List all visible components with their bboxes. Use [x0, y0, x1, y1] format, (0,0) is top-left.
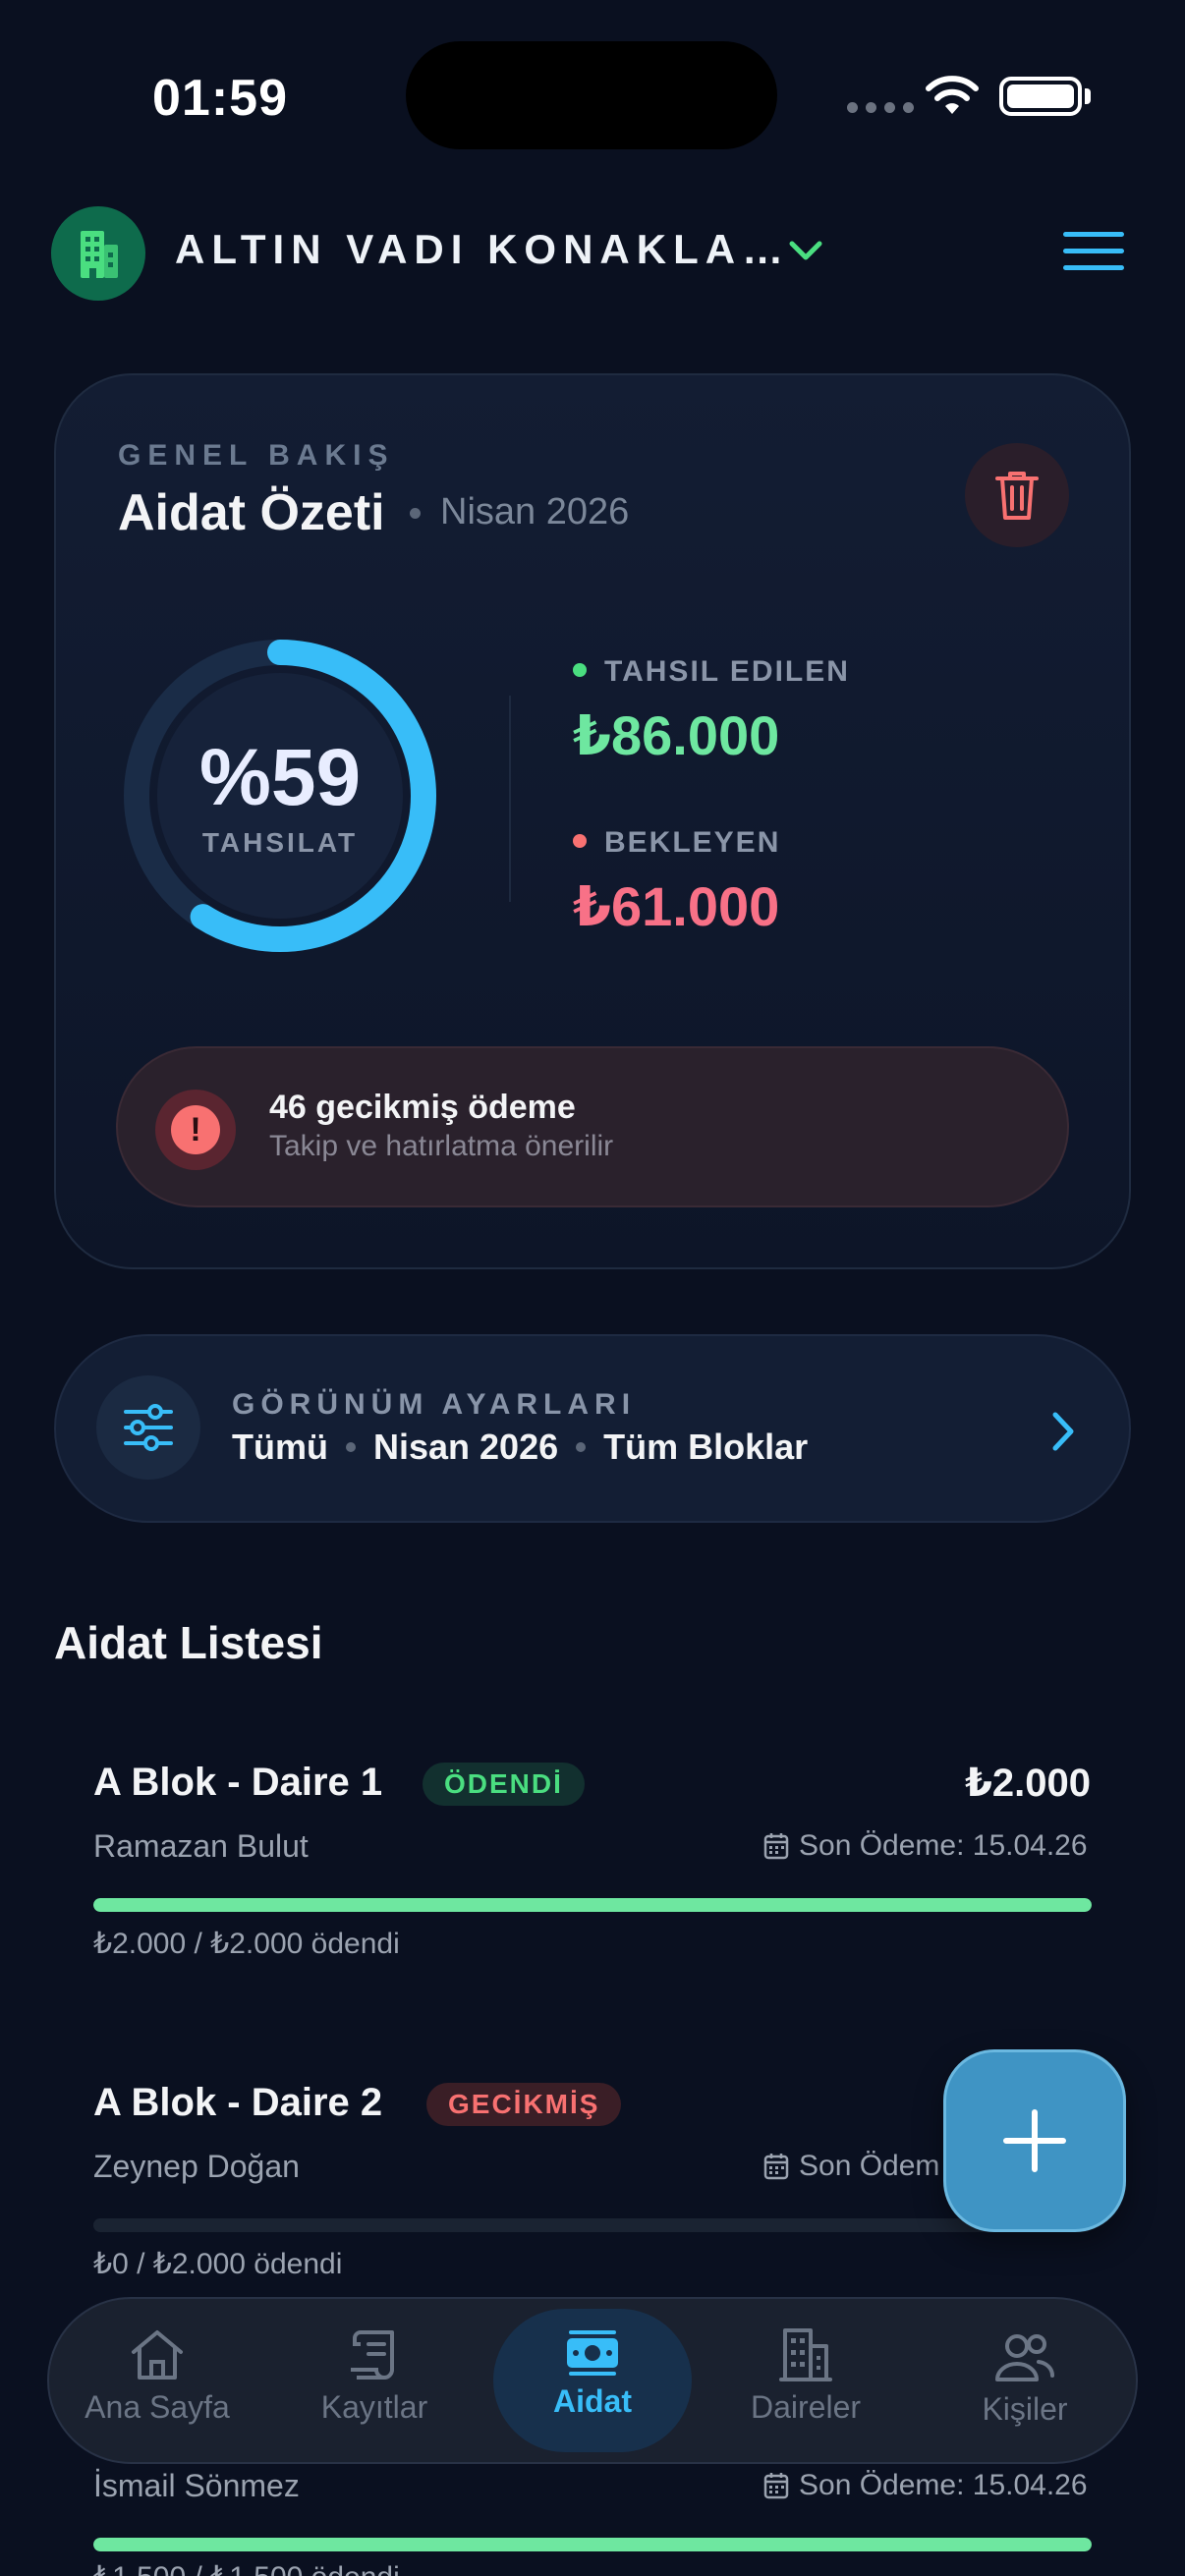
overdue-alert[interactable]: [116, 1046, 1069, 1207]
summary-overline: GENEL BAKIŞ: [118, 439, 395, 472]
resident-name: Ramazan Bulut: [93, 1828, 309, 1864]
tab-label: Ana Sayfa: [85, 2389, 230, 2425]
wifi-icon: [926, 76, 979, 114]
row-amount: ₺2.000: [965, 1762, 1091, 1805]
payment-progress-fill: [93, 1898, 1092, 1912]
unit-name[interactable]: A Blok - Daire 2: [93, 2081, 382, 2125]
due-date-text: Son Ödeme: 15.04.26: [799, 1829, 1088, 1862]
tab-home[interactable]: Ana Sayfa: [59, 2326, 255, 2426]
tab-people[interactable]: Kişiler: [927, 2330, 1123, 2428]
people-icon: [995, 2334, 1055, 2381]
home-icon: [132, 2330, 183, 2380]
due-date: Son Ödem: [763, 2150, 939, 2183]
payment-progress-track: [93, 2538, 1092, 2551]
payment-progress-text: ₺2.000 / ₺2.000 ödendi: [93, 1928, 400, 1960]
pending-label: BEKLEYEN: [604, 826, 781, 859]
separator-dot: [576, 1442, 587, 1452]
receipt-icon: [351, 2330, 394, 2380]
alert-title: 46 gecikmiş ödeme: [269, 1089, 576, 1126]
pending-dot: [573, 834, 587, 848]
tab-label: Daireler: [750, 2389, 862, 2425]
building-icon: [779, 2328, 832, 2381]
title-separator-dot: [410, 508, 421, 519]
calendar-icon: [763, 2154, 789, 2180]
status-time: 01:59: [152, 70, 288, 127]
pending-value: ₺61.000: [573, 875, 780, 937]
cellular-signal-icon: [847, 102, 914, 113]
tab-label: Kayıtlar: [320, 2389, 428, 2425]
chevron-down-icon[interactable]: [786, 234, 825, 269]
delete-button[interactable]: [965, 443, 1069, 547]
battery-cap: [1085, 88, 1091, 104]
money-icon: [567, 2330, 618, 2376]
tab-label: Kişiler: [982, 2391, 1068, 2427]
due-date-text: Son Ödeme: 15.04.26: [799, 2469, 1088, 2501]
chevron-right-icon[interactable]: [1045, 1407, 1081, 1456]
tab-units[interactable]: Daireler: [707, 2324, 904, 2426]
menu-icon[interactable]: [1063, 232, 1124, 271]
unit-name[interactable]: A Blok - Daire 1: [93, 1761, 382, 1805]
payment-progress-fill: [93, 2538, 1092, 2551]
building-logo-icon[interactable]: [51, 206, 145, 301]
add-button[interactable]: [943, 2049, 1126, 2232]
status-badge: GECİKMİŞ: [426, 2083, 622, 2126]
dynamic-island: [406, 41, 777, 149]
resident-name: İsmail Sönmez: [93, 2468, 300, 2503]
view-settings-overline: GÖRÜNÜM AYARLARI: [232, 1388, 637, 1421]
site-selector-name[interactable]: ALTIN VADI KONAKLA…: [175, 226, 790, 273]
status-badge: ÖDENDİ: [423, 1763, 585, 1806]
payment-progress-track: [93, 2218, 1092, 2232]
due-date: Son Ödeme: 15.04.26: [763, 1829, 1088, 1863]
warning-icon-glyph: !: [171, 1105, 220, 1154]
due-date: Son Ödeme: 15.04.26: [763, 2469, 1088, 2502]
collected-value: ₺86.000: [573, 704, 780, 766]
summary-period: Nisan 2026: [440, 491, 630, 532]
calendar-icon: [763, 1833, 789, 1860]
alert-subtitle: Takip ve hatırlatma önerilir: [269, 1130, 614, 1162]
warning-icon: !: [155, 1090, 236, 1170]
filter-value: Tümü: [232, 1427, 328, 1467]
resident-name: Zeynep Doğan: [93, 2149, 300, 2184]
plus-icon: [1003, 2109, 1066, 2172]
stats-divider: [509, 696, 511, 902]
payment-progress-track: [93, 1898, 1092, 1912]
blocks-value: Tüm Bloklar: [603, 1427, 809, 1467]
period-value: Nisan 2026: [372, 1427, 559, 1467]
view-settings-values: Tümü Nisan 2026 Tüm Bloklar: [232, 1427, 808, 1468]
tab-dues[interactable]: Aidat: [494, 2328, 691, 2420]
tab-records[interactable]: Kayıtlar: [276, 2326, 473, 2426]
collection-caption: TAHSILAT: [201, 827, 359, 858]
collected-label: TAHSIL EDILEN: [604, 655, 850, 688]
collection-percent: %59: [198, 733, 362, 822]
separator-dot: [345, 1442, 356, 1452]
trash-icon: [995, 472, 1039, 520]
tab-label: Aidat: [553, 2383, 632, 2419]
due-date-text: Son Ödem: [799, 2150, 940, 2182]
sliders-icon: [96, 1375, 200, 1480]
dues-list-title: Aidat Listesi: [54, 1617, 323, 1668]
summary-title: Aidat Özeti: [118, 484, 385, 541]
payment-progress-text: ₺0 / ₺2.000 ödendi: [93, 2248, 343, 2280]
battery-icon: [999, 77, 1082, 116]
payment-progress-text: ₺1.500 / ₺1.500 ödendi: [93, 2560, 400, 2576]
collected-dot: [573, 663, 587, 677]
calendar-icon: [763, 2473, 789, 2499]
